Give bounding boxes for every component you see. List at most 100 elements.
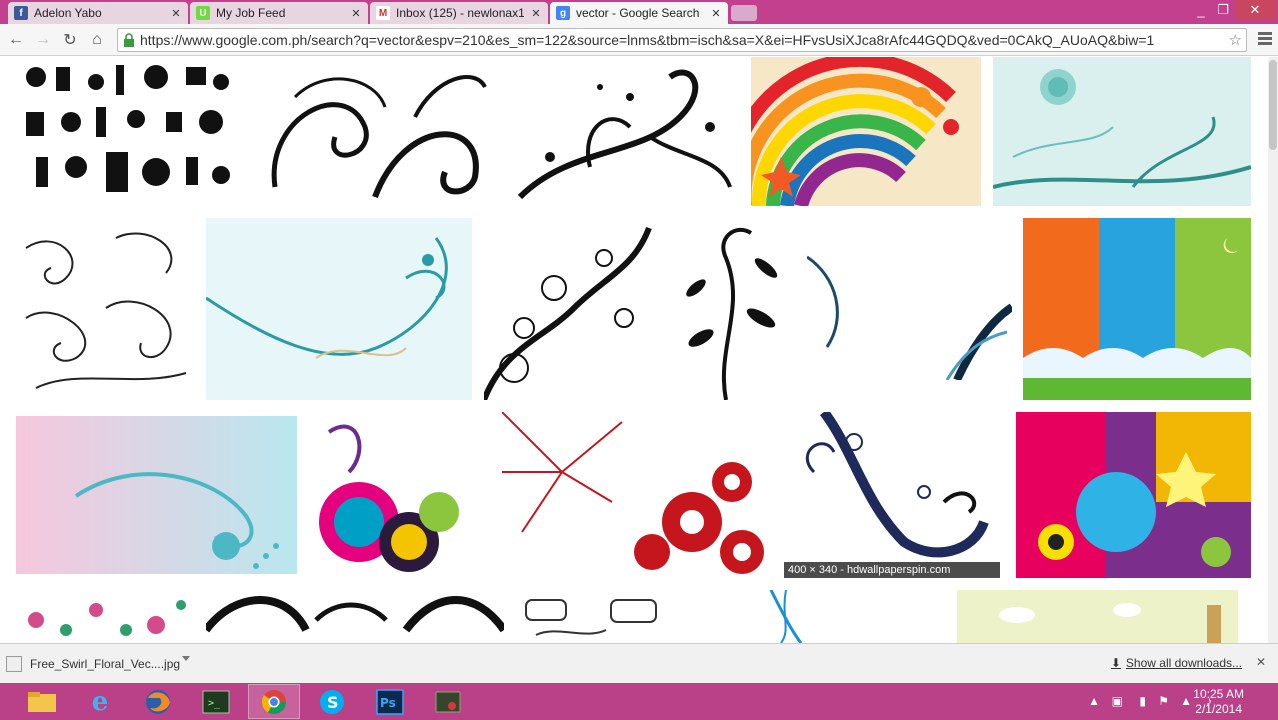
reload-button[interactable]: ↻ (59, 30, 81, 50)
swirl-image (255, 57, 498, 206)
upwork-icon: U (196, 6, 210, 20)
pastel-swirl-image (16, 416, 297, 574)
black-scroll-image (206, 590, 504, 643)
download-item[interactable]: Free_Swirl_Floral_Vec....jpg (6, 649, 192, 679)
image-result[interactable] (1023, 218, 1251, 400)
image-result[interactable] (16, 57, 243, 206)
downloads-bar: Free_Swirl_Floral_Vec....jpg ⬇ Show all … (0, 643, 1278, 683)
svg-text:S: S (327, 693, 339, 712)
tab-job-feed[interactable]: U My Job Feed ✕ (190, 2, 368, 24)
teal-swirl-image (993, 57, 1251, 206)
browser-titlebar: f Adelon Yabo ✕ U My Job Feed ✕ M Inbox … (0, 0, 1278, 24)
image-result[interactable]: 400 × 340 - hdwallpaperspin.com (784, 412, 1000, 578)
windows-taskbar: e >_ S Ps ▲ ▣ ▮ ⚑ ▲ ♪ 10:25 AM 2/1/2014 (0, 683, 1278, 720)
turquoise-swirl-image (206, 218, 472, 400)
tab-label: Adelon Yabo (34, 6, 102, 20)
flag-icon[interactable]: ⚑ (1158, 694, 1169, 708)
minimize-button[interactable]: _ (1189, 0, 1213, 20)
lock-icon (124, 33, 134, 47)
close-window-button[interactable]: ✕ (1235, 0, 1275, 20)
tree-swirl-image (484, 218, 654, 400)
browser-toolbar: ← → ↻ ⌂ https://www.google.com.ph/search… (0, 24, 1278, 56)
tab-facebook[interactable]: f Adelon Yabo ✕ (8, 2, 188, 24)
file-explorer-icon[interactable] (16, 684, 68, 719)
psychedelic-image (1016, 412, 1251, 578)
tab-label: vector - Google Search (576, 6, 700, 20)
photoshop-icon[interactable]: Ps (364, 684, 416, 719)
image-result[interactable] (807, 237, 1012, 380)
battery-icon[interactable]: ▮ (1139, 694, 1146, 708)
tab-label: Inbox (125) - newlonax123 (396, 6, 524, 20)
scrollbar-thumb[interactable] (1269, 60, 1277, 150)
tab-label: My Job Feed (216, 6, 286, 20)
silhouettes-image (16, 57, 243, 206)
url-text: https://www.google.com.ph/search?q=vecto… (140, 32, 1155, 48)
image-result[interactable] (516, 590, 669, 643)
navy-swirl-image (784, 412, 1000, 578)
image-hover-caption: 400 × 340 - hdwallpaperspin.com (784, 562, 1000, 578)
abstract-blue-image (807, 237, 1012, 380)
image-result[interactable] (502, 412, 768, 578)
blue-lines-image (681, 590, 934, 643)
bookmark-star-icon[interactable]: ☆ (1229, 31, 1242, 49)
image-result[interactable] (484, 218, 654, 400)
chrome-icon[interactable] (248, 684, 300, 719)
address-bar[interactable]: https://www.google.com.ph/search?q=vecto… (117, 28, 1247, 52)
download-filename: Free_Swirl_Floral_Vec....jpg (30, 657, 181, 671)
close-icon[interactable]: ✕ (530, 7, 542, 20)
image-result[interactable] (510, 57, 739, 206)
home-button[interactable]: ⌂ (86, 30, 108, 50)
skype-icon[interactable]: S (306, 684, 358, 719)
show-all-downloads-link[interactable]: ⬇ Show all downloads... (1111, 656, 1242, 670)
signal-icon[interactable]: ▲ (1180, 694, 1192, 708)
close-icon[interactable]: ✕ (170, 7, 182, 20)
colorful-panels-image (1023, 218, 1251, 400)
image-result[interactable] (16, 416, 297, 574)
clock-date: 2/1/2014 (1195, 702, 1242, 716)
flower-pattern-image (16, 590, 191, 643)
gmail-icon: M (376, 6, 390, 20)
internet-explorer-icon[interactable]: e (74, 684, 126, 719)
rainbow-image (751, 57, 981, 206)
new-tab-button[interactable] (731, 5, 757, 21)
tab-google-search[interactable]: g vector - Google Search ✕ (550, 2, 728, 24)
image-result[interactable] (957, 590, 1238, 643)
floral-branch-image (510, 57, 739, 206)
close-icon[interactable]: ✕ (710, 7, 722, 20)
frames-image (516, 590, 669, 643)
tab-gmail[interactable]: M Inbox (125) - newlonax123 ✕ (370, 2, 548, 24)
image-file-icon (6, 656, 22, 672)
chevron-down-icon[interactable] (182, 656, 190, 661)
close-icon[interactable]: ✕ (350, 7, 362, 20)
image-result[interactable] (681, 590, 934, 643)
image-result[interactable] (16, 218, 194, 400)
tray-chevron-icon[interactable]: ▲ (1088, 694, 1100, 708)
ornament-image (16, 218, 194, 400)
image-result[interactable] (255, 57, 498, 206)
terminal-icon[interactable]: >_ (190, 684, 242, 719)
image-result[interactable] (1016, 412, 1251, 578)
maximize-button[interactable]: ❐ (1212, 0, 1234, 20)
image-result[interactable] (993, 57, 1251, 206)
leaf-vine-image (666, 218, 795, 400)
network-icon[interactable]: ▣ (1112, 694, 1123, 708)
red-floral-image (502, 412, 768, 578)
close-icon[interactable]: ✕ (1256, 655, 1266, 669)
google-icon: g (556, 6, 570, 20)
back-button[interactable]: ← (5, 30, 27, 50)
download-arrow-icon: ⬇ (1110, 656, 1121, 670)
image-result[interactable] (751, 57, 981, 206)
system-clock[interactable]: 10:25 AM 2/1/2014 (1193, 687, 1244, 717)
firefox-icon[interactable] (132, 684, 184, 719)
image-result[interactable] (206, 590, 504, 643)
svg-text:>_: >_ (208, 698, 221, 709)
menu-icon[interactable] (1258, 30, 1272, 48)
image-result[interactable] (666, 218, 795, 400)
image-result[interactable] (16, 590, 191, 643)
image-result[interactable] (206, 218, 472, 400)
app-icon[interactable] (422, 684, 474, 719)
forward-button[interactable]: → (32, 30, 54, 50)
svg-text:Ps: Ps (380, 696, 396, 710)
image-result[interactable] (309, 412, 490, 578)
show-all-label: Show all downloads... (1125, 656, 1242, 670)
